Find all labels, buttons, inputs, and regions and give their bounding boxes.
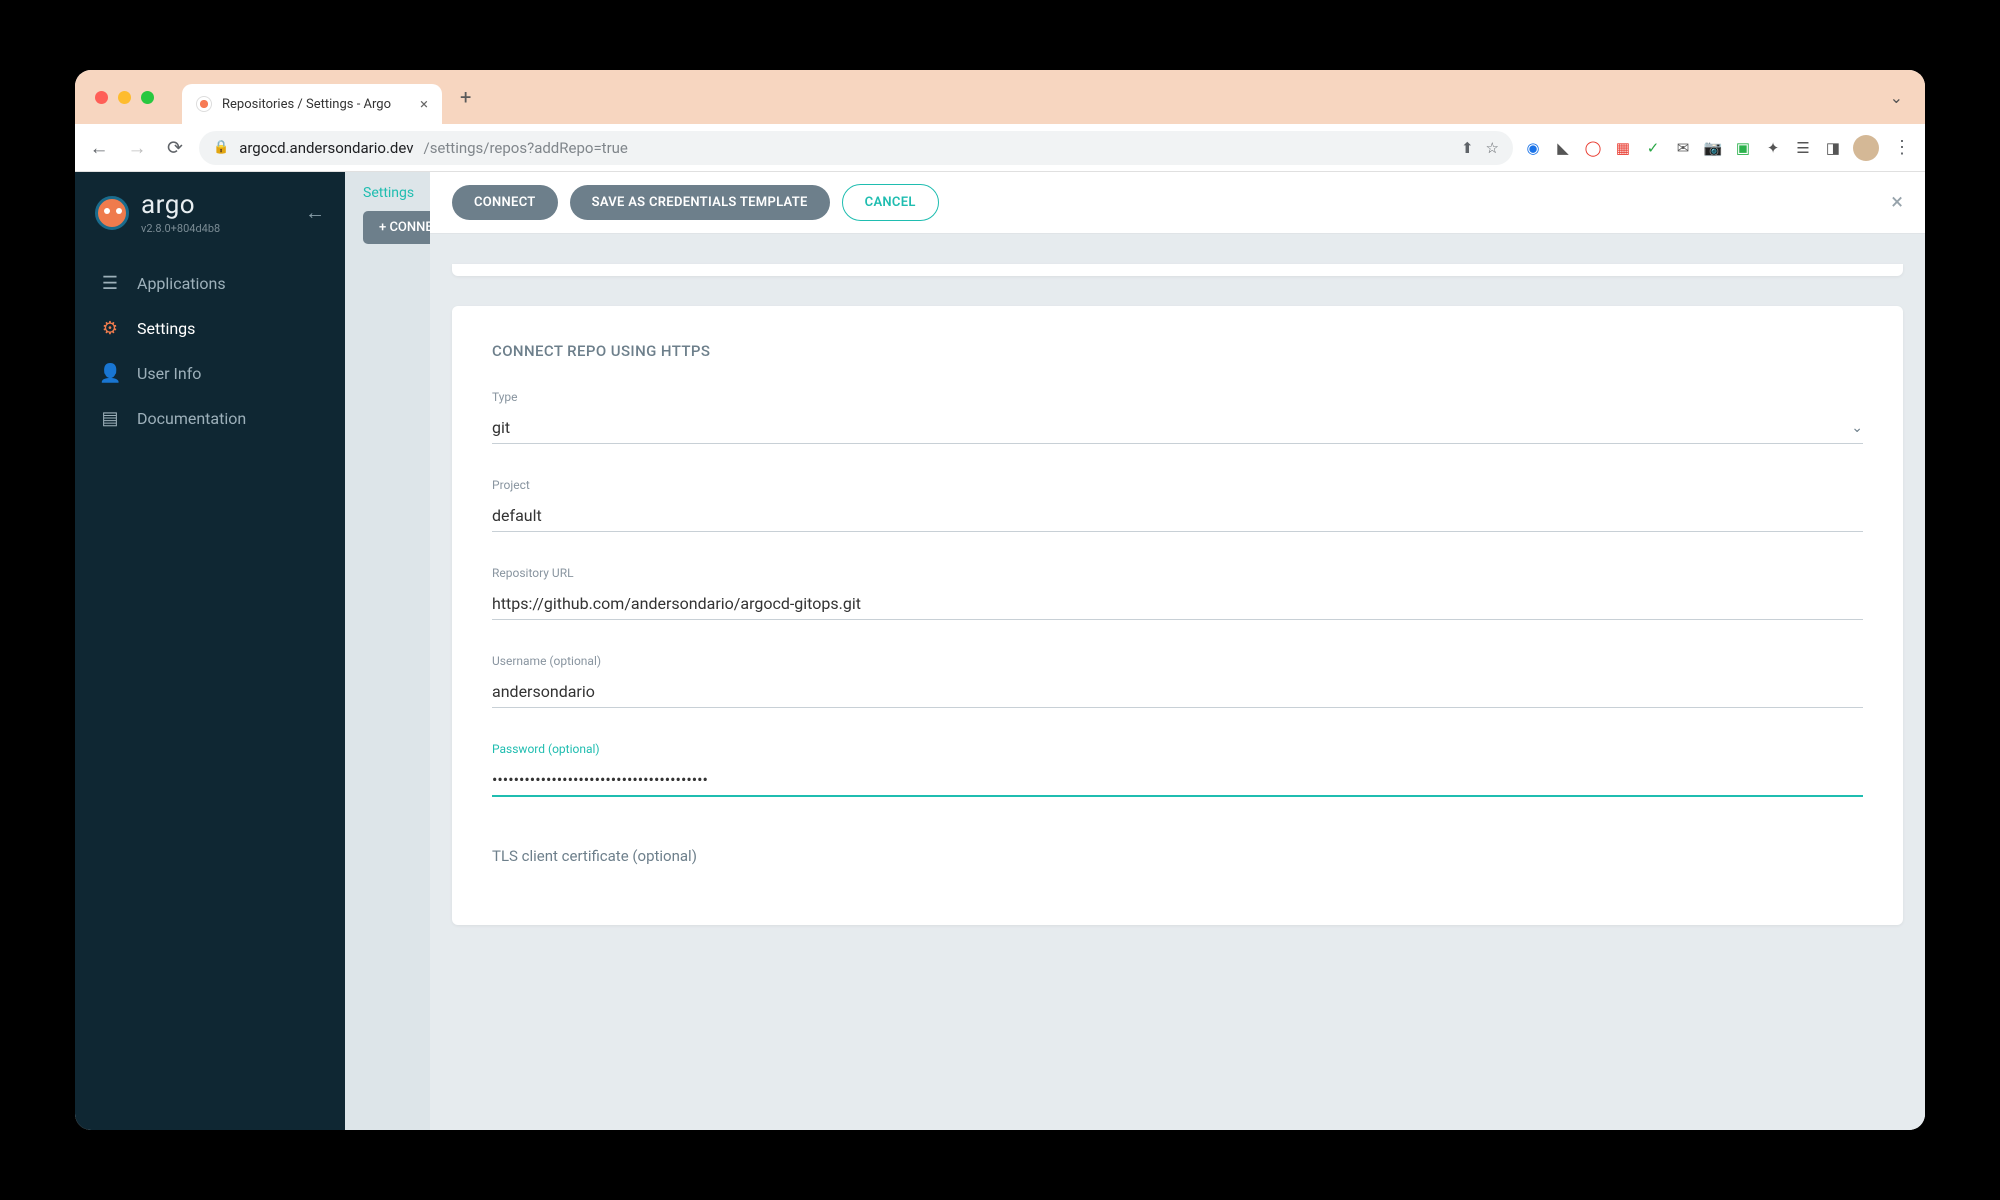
extensions-menu-icon[interactable]: ✦ — [1763, 138, 1783, 158]
brand-name: argo — [141, 190, 220, 220]
forward-button[interactable]: → — [123, 136, 151, 160]
collapse-sidebar-icon[interactable]: ← — [305, 200, 325, 225]
profile-avatar[interactable] — [1853, 135, 1879, 161]
tab-bar: Repositories / Settings - Argo × + ⌄ — [75, 70, 1925, 124]
breadcrumb-settings[interactable]: Settings — [363, 185, 414, 201]
share-icon[interactable]: ⬆ — [1461, 139, 1474, 157]
extension-icon[interactable]: ✓ — [1643, 138, 1663, 158]
book-icon: ▤ — [99, 408, 121, 429]
sidebar-item-label: Applications — [137, 274, 226, 293]
extension-icon[interactable]: ▦ — [1613, 138, 1633, 158]
close-panel-icon[interactable]: × — [1891, 190, 1903, 215]
field-repo-url: Repository URL https://github.com/anders… — [492, 566, 1863, 620]
url-path: /settings/repos?addRepo=true — [424, 139, 628, 157]
main-area: Settings + CONNECT REPO CONNECT SAVE AS … — [345, 172, 1925, 1130]
connect-button[interactable]: CONNECT — [452, 185, 558, 220]
extension-icon[interactable]: ◯ — [1583, 138, 1603, 158]
panel-body: CONNECT REPO USING HTTPS Type git ⌄ Proj… — [430, 234, 1925, 1130]
back-button[interactable]: ← — [85, 136, 113, 160]
tls-cert-label: TLS client certificate (optional) — [492, 847, 1863, 865]
sidebar-header: argo v2.8.0+804d4b8 ← — [75, 190, 345, 261]
field-label: Password (optional) — [492, 742, 1863, 756]
browser-window: Repositories / Settings - Argo × + ⌄ ← →… — [75, 70, 1925, 1130]
minimize-window-icon[interactable] — [118, 91, 131, 104]
reload-button[interactable]: ⟳ — [161, 136, 189, 159]
field-label: Username (optional) — [492, 654, 1863, 668]
field-username: Username (optional) andersondario — [492, 654, 1863, 708]
gear-icon: ⚙ — [99, 318, 121, 339]
field-label: Project — [492, 478, 1863, 492]
field-label: Repository URL — [492, 566, 1863, 580]
tabs-overflow-icon[interactable]: ⌄ — [1890, 88, 1913, 107]
chevron-down-icon: ⌄ — [1851, 420, 1863, 436]
sidebar-item-settings[interactable]: ⚙ Settings — [75, 306, 345, 351]
extension-icon[interactable]: ▣ — [1733, 138, 1753, 158]
field-label: Type — [492, 390, 1863, 404]
close-window-icon[interactable] — [95, 91, 108, 104]
extension-icon[interactable]: 📷 — [1703, 138, 1723, 158]
version-label: v2.8.0+804d4b8 — [141, 222, 220, 235]
sidebar-item-applications[interactable]: ☰ Applications — [75, 261, 345, 306]
type-value: git — [492, 418, 510, 437]
bookmark-icon[interactable]: ☆ — [1486, 139, 1499, 157]
maximize-window-icon[interactable] — [141, 91, 154, 104]
panel-header: CONNECT SAVE AS CREDENTIALS TEMPLATE CAN… — [430, 172, 1925, 234]
argo-logo-icon — [95, 196, 129, 230]
extensions: ◉ ◣ ◯ ▦ ✓ ✉ 📷 ▣ ✦ ☰ ◨ ⋮ — [1523, 135, 1915, 161]
form-title: CONNECT REPO USING HTTPS — [492, 342, 1863, 360]
cancel-button[interactable]: CANCEL — [842, 184, 939, 221]
sidebar: argo v2.8.0+804d4b8 ← ☰ Applications ⚙ S… — [75, 172, 345, 1130]
user-icon: 👤 — [99, 363, 121, 384]
chrome-menu-icon[interactable]: ⋮ — [1889, 137, 1915, 158]
window-controls — [95, 91, 154, 104]
favicon-icon — [196, 96, 212, 112]
add-repo-panel: CONNECT SAVE AS CREDENTIALS TEMPLATE CAN… — [430, 172, 1925, 1130]
sidebar-item-label: Documentation — [137, 409, 246, 428]
sidebar-item-label: Settings — [137, 319, 195, 338]
side-panel-icon[interactable]: ◨ — [1823, 138, 1843, 158]
repo-url-input[interactable]: https://github.com/andersondario/argocd-… — [492, 588, 1863, 620]
form-card: CONNECT REPO USING HTTPS Type git ⌄ Proj… — [452, 306, 1903, 925]
method-card-collapsed — [452, 264, 1903, 276]
lock-icon: 🔒 — [213, 140, 229, 155]
address-bar: ← → ⟳ 🔒 argocd.andersondario.dev/setting… — [75, 124, 1925, 172]
extension-icon[interactable]: ✉ — [1673, 138, 1693, 158]
sidebar-item-documentation[interactable]: ▤ Documentation — [75, 396, 345, 441]
new-tab-button[interactable]: + — [460, 85, 471, 109]
browser-tab[interactable]: Repositories / Settings - Argo × — [182, 84, 442, 124]
reading-list-icon[interactable]: ☰ — [1793, 138, 1813, 158]
field-type: Type git ⌄ — [492, 390, 1863, 444]
save-template-button[interactable]: SAVE AS CREDENTIALS TEMPLATE — [570, 185, 830, 220]
url-host: argocd.andersondario.dev — [239, 139, 413, 157]
app-root: argo v2.8.0+804d4b8 ← ☰ Applications ⚙ S… — [75, 172, 1925, 1130]
field-project: Project default — [492, 478, 1863, 532]
extension-icon[interactable]: ◉ — [1523, 138, 1543, 158]
field-password: Password (optional) ••••••••••••••••••••… — [492, 742, 1863, 797]
close-tab-icon[interactable]: × — [420, 95, 428, 113]
layers-icon: ☰ — [99, 273, 121, 294]
sidebar-item-user-info[interactable]: 👤 User Info — [75, 351, 345, 396]
project-input[interactable]: default — [492, 500, 1863, 532]
username-input[interactable]: andersondario — [492, 676, 1863, 708]
password-input[interactable]: •••••••••••••••••••••••••••••••••••••••• — [492, 764, 1863, 797]
extension-icon[interactable]: ◣ — [1553, 138, 1573, 158]
omnibox[interactable]: 🔒 argocd.andersondario.dev/settings/repo… — [199, 131, 1513, 165]
type-select[interactable]: git ⌄ — [492, 412, 1863, 444]
tab-title: Repositories / Settings - Argo — [222, 97, 391, 112]
sidebar-item-label: User Info — [137, 364, 201, 383]
